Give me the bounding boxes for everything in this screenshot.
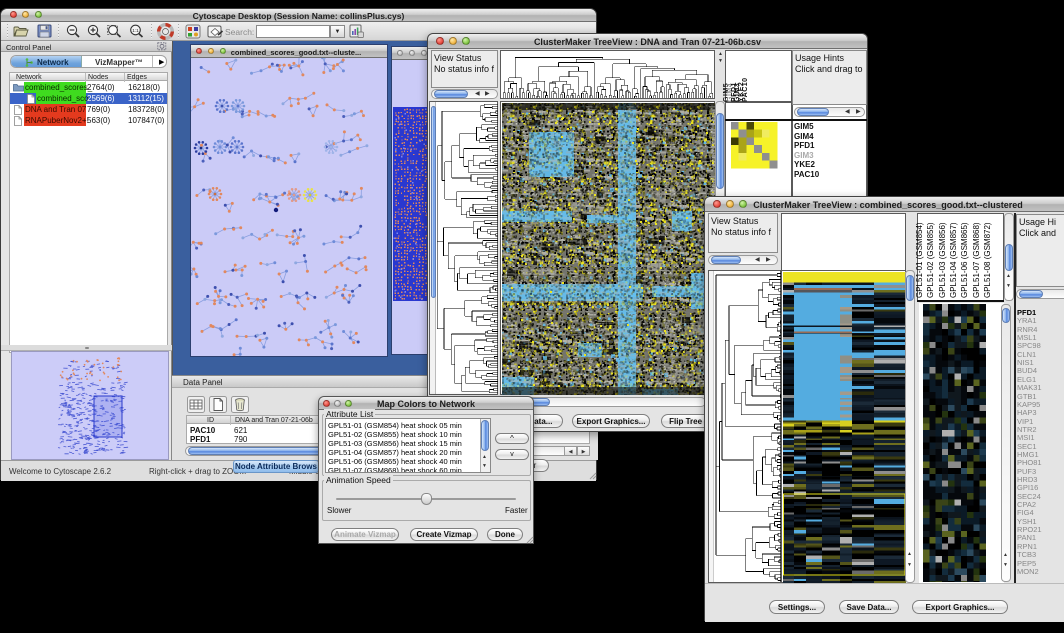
svg-text:1:1: 1:1 [132,28,139,33]
